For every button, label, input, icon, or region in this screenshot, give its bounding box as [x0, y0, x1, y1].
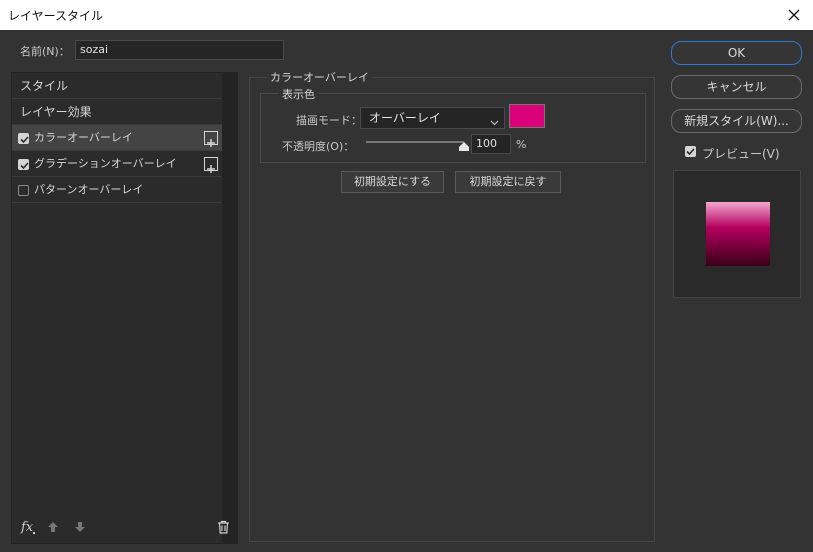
svg-text:fx: fx: [20, 520, 34, 535]
pattern-overlay-checkbox[interactable]: [18, 185, 29, 196]
blend-mode-value: オーバーレイ: [369, 111, 441, 125]
add-effect-icon[interactable]: [204, 131, 218, 147]
list-item-label: パターンオーバーレイ: [34, 183, 144, 196]
list-item-pattern-overlay[interactable]: パターンオーバーレイ: [12, 177, 222, 203]
name-label: 名前(N)：: [20, 45, 70, 58]
cancel-button[interactable]: キャンセル: [671, 75, 802, 99]
arrow-up-icon[interactable]: [47, 521, 59, 536]
preview-thumbnail: [706, 202, 770, 266]
list-item-label: レイヤー効果: [20, 105, 92, 119]
add-effect-icon[interactable]: [204, 157, 218, 173]
style-list-panel: スタイル レイヤー効果 カラーオーバーレイ グラデーションオーバーレイ パターン…: [11, 72, 238, 544]
opacity-slider-track[interactable]: [366, 141, 469, 151]
list-scrollbar[interactable]: [222, 73, 237, 543]
opacity-unit: %: [516, 138, 527, 151]
ok-button[interactable]: OK: [671, 41, 802, 65]
fx-icon[interactable]: fx: [20, 519, 38, 538]
preview-box: [673, 170, 801, 298]
preview-label: プレビュー(V): [702, 147, 780, 161]
list-item-styles[interactable]: スタイル: [12, 73, 222, 99]
slider-thumb-icon[interactable]: [459, 140, 469, 154]
chevron-down-icon: [490, 114, 499, 130]
blend-mode-label: 描画モード：: [296, 114, 362, 127]
preview-checkbox[interactable]: [685, 146, 696, 157]
list-item-layer-effects[interactable]: レイヤー効果: [12, 99, 222, 125]
opacity-input[interactable]: 100: [471, 134, 511, 154]
group-title: 表示色: [279, 86, 318, 102]
color-swatch[interactable]: [509, 104, 545, 128]
reset-default-button[interactable]: 初期設定にする: [341, 171, 444, 193]
window-title: レイヤースタイル: [8, 9, 104, 23]
title-bar: レイヤースタイル: [0, 0, 813, 30]
gradient-overlay-checkbox[interactable]: [18, 159, 29, 170]
color-overlay-checkbox[interactable]: [18, 133, 29, 144]
arrow-down-icon[interactable]: [74, 521, 86, 536]
list-item-label: カラーオーバーレイ: [34, 131, 133, 144]
section-title: カラーオーバーレイ: [267, 69, 372, 85]
restore-default-button[interactable]: 初期設定に戻す: [455, 171, 561, 193]
close-icon[interactable]: [783, 4, 805, 26]
name-input[interactable]: sozai: [75, 40, 284, 60]
list-item-color-overlay[interactable]: カラーオーバーレイ: [12, 125, 222, 151]
blend-mode-select[interactable]: オーバーレイ: [360, 107, 505, 129]
new-style-button[interactable]: 新規スタイル(W)...: [671, 109, 802, 133]
opacity-label: 不透明度(O)：: [282, 140, 355, 153]
list-item-gradient-overlay[interactable]: グラデーションオーバーレイ: [12, 151, 222, 177]
list-item-label: スタイル: [20, 79, 69, 93]
list-item-label: グラデーションオーバーレイ: [34, 157, 177, 170]
trash-icon[interactable]: [217, 520, 230, 537]
